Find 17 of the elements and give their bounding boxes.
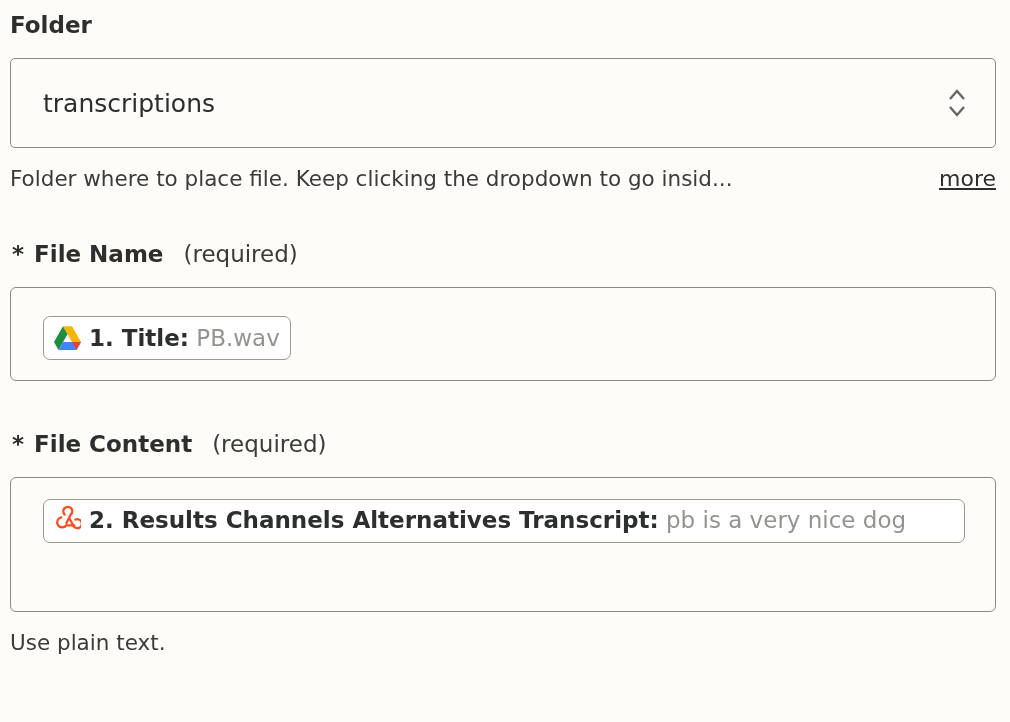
webhook-icon [54, 505, 81, 532]
mapped-field[interactable]: 2. Results Channels Alternatives Transcript: pb is a very nice dog [10, 477, 996, 612]
help-text: Use plain text. [10, 630, 166, 655]
mapped-value-pill[interactable]: 2. Results Channels Alternatives Transcript: pb is a very nice dog [43, 499, 965, 543]
required-asterisk: * [12, 241, 25, 267]
required-asterisk: * [12, 431, 25, 457]
help-text: Folder where to place file. Keep clicking the dropdown to go insid... [10, 166, 733, 191]
mapped-value-pill[interactable]: 1. Title: PB.wav [43, 316, 291, 360]
required-note: (required) [212, 431, 327, 457]
field-label: Folder [10, 12, 92, 38]
folder-dropdown[interactable]: transcriptions [10, 58, 996, 148]
field-label: File Name [34, 241, 164, 267]
required-note: (required) [183, 241, 298, 267]
more-link[interactable]: more [939, 166, 996, 191]
mapped-field[interactable]: 1. Title: PB.wav [10, 287, 996, 381]
triangle-logo-icon [54, 324, 81, 351]
field-label: File Content [34, 431, 193, 457]
